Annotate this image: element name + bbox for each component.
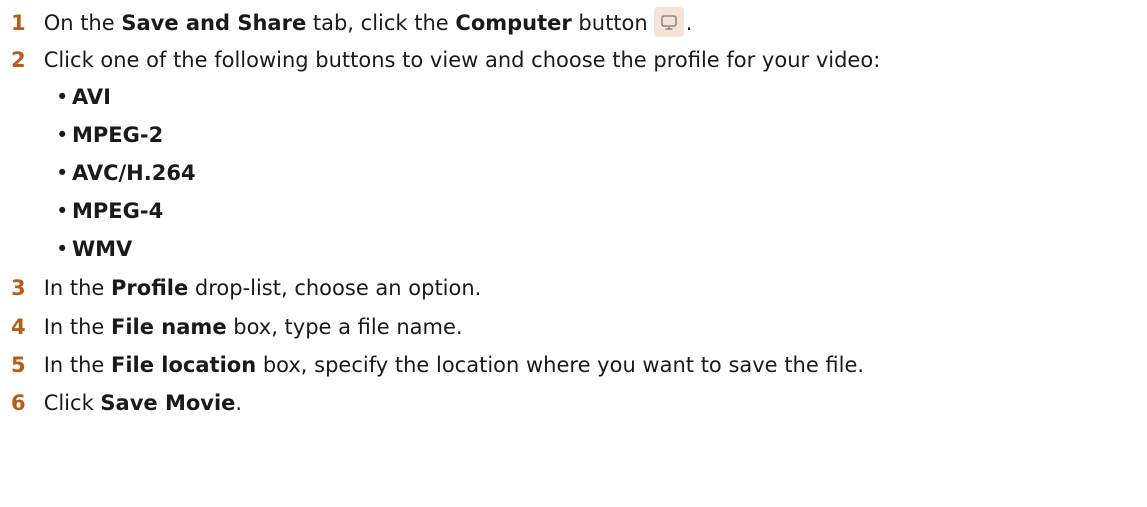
step-text: Click Save Movie.: [44, 385, 242, 421]
step-1: 1 On the Save and Share tab, click the C…: [0, 5, 692, 41]
format-label: MPEG-4: [72, 199, 164, 223]
step-text: In the Profile drop-list, choose an opti…: [44, 270, 482, 306]
step-number: 6: [11, 391, 26, 415]
tab-name: Save and Share: [121, 11, 307, 35]
step-text-part: tab, click the: [306, 11, 456, 35]
step-text: On the Save and Share tab, click the Com…: [43, 5, 693, 41]
step-text: Click one of the following buttons to vi…: [43, 48, 881, 72]
format-item: • WMV: [56, 231, 132, 267]
step-text-part: Click: [43, 391, 101, 415]
button-name: Save Movie: [100, 391, 236, 415]
step-text: In the File location box, specify the lo…: [44, 347, 864, 383]
step-text-part: box, type a file name.: [226, 315, 463, 339]
control-name: File location: [111, 353, 257, 377]
step-text-part: .: [685, 11, 693, 35]
step-4: 4 In the File name box, type a file name…: [0, 309, 463, 345]
control-name: Profile: [111, 276, 189, 300]
format-label: WMV: [72, 237, 133, 261]
step-text-part: button: [571, 11, 648, 35]
step-number: 3: [11, 276, 26, 300]
step-text-part: On the: [43, 11, 122, 35]
step-5: 5 In the File location box, specify the …: [0, 347, 864, 383]
step-text-part: In the: [43, 315, 112, 339]
format-label: AVI: [72, 85, 111, 109]
format-item: • AVI: [56, 79, 111, 115]
instruction-document: 1 On the Save and Share tab, click the C…: [0, 0, 1147, 507]
step-3: 3 In the Profile drop-list, choose an op…: [0, 270, 481, 306]
step-text-part: drop-list, choose an option.: [188, 276, 482, 300]
format-item: • AVC/H.264: [56, 155, 196, 191]
bullet: •: [56, 123, 69, 147]
step-number: 5: [11, 353, 26, 377]
step-number: 1: [11, 11, 26, 35]
step-text-part: box, specify the location where you want…: [256, 353, 865, 377]
step-text-part: In the: [43, 276, 112, 300]
step-number: 4: [11, 315, 26, 339]
bullet: •: [56, 237, 69, 261]
bullet: •: [56, 161, 69, 185]
step-text: In the File name box, type a file name.: [44, 309, 463, 345]
button-name: Computer: [455, 11, 572, 35]
format-item: • MPEG-4: [56, 193, 163, 229]
control-name: File name: [111, 315, 227, 339]
bullet: •: [56, 199, 69, 223]
step-number: 2: [11, 48, 26, 72]
computer-icon: [653, 7, 684, 37]
format-label: MPEG-2: [72, 123, 164, 147]
step-text-part: In the: [43, 353, 112, 377]
step-text-part: .: [235, 391, 243, 415]
format-label: AVC/H.264: [72, 161, 196, 185]
step-6: 6 Click Save Movie.: [0, 385, 242, 421]
bullet: •: [56, 85, 69, 109]
step-2: 2 Click one of the following buttons to …: [0, 42, 880, 78]
format-item: • MPEG-2: [56, 117, 163, 153]
